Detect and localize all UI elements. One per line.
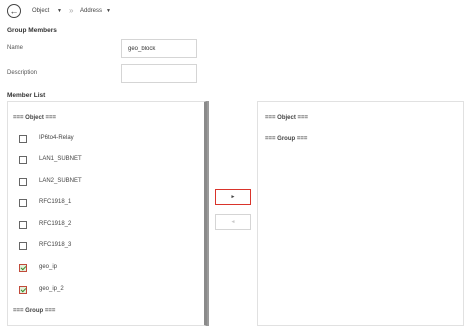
member-label: RFC1918_3 (39, 242, 72, 248)
member-checkbox[interactable] (19, 199, 27, 207)
description-input[interactable] (121, 64, 197, 83)
group-members-heading: Group Members (7, 27, 57, 34)
list-item[interactable]: geo_ip (19, 263, 189, 275)
list-item[interactable]: LAN1_SUBNET (19, 155, 189, 167)
breadcrumb-address[interactable]: Address (80, 8, 102, 14)
back-arrow-icon[interactable]: ← (7, 4, 21, 18)
breadcrumb-object[interactable]: Object (32, 8, 49, 14)
member-checkbox-checked[interactable] (19, 264, 27, 272)
member-label: IP6to4-Relay (39, 135, 74, 141)
selected-group-header: === Group === (265, 136, 308, 142)
member-label: RFC1918_1 (39, 199, 72, 205)
list-item[interactable]: geo_ip_2 (19, 285, 189, 297)
description-label: Description (7, 70, 38, 76)
member-label: geo_ip (39, 264, 58, 270)
member-label: geo_ip_2 (39, 286, 64, 292)
list-item[interactable]: LAN2_SUBNET (19, 177, 189, 189)
name-label: Name (7, 45, 24, 51)
list-item[interactable]: RFC1918_1 (19, 198, 189, 210)
member-checkbox-checked[interactable] (19, 286, 27, 294)
move-right-button[interactable]: ► (215, 189, 251, 205)
member-label: LAN2_SUBNET (39, 178, 82, 184)
member-checkbox[interactable] (19, 178, 27, 186)
selected-members-list[interactable] (257, 101, 464, 326)
member-label: RFC1918_2 (39, 221, 72, 227)
breadcrumb-separator-icon: » (69, 6, 74, 15)
member-checkbox[interactable] (19, 135, 27, 143)
chevron-down-icon[interactable]: ▼ (106, 8, 111, 14)
list-item[interactable]: RFC1918_2 (19, 220, 189, 232)
available-list-scrollbar[interactable] (207, 101, 209, 326)
member-checkbox[interactable] (19, 156, 27, 164)
member-checkbox[interactable] (19, 242, 27, 250)
list-item[interactable]: IP6to4-Relay (19, 134, 189, 146)
name-input[interactable] (121, 39, 197, 58)
member-checkbox[interactable] (19, 221, 27, 229)
chevron-down-icon[interactable]: ▼ (57, 8, 62, 14)
list-item[interactable]: RFC1918_3 (19, 241, 189, 253)
available-group-header: === Group === (13, 308, 56, 314)
member-list-heading: Member List (7, 92, 46, 99)
member-label: LAN1_SUBNET (39, 156, 82, 162)
move-left-button[interactable]: ◄ (215, 214, 251, 230)
breadcrumb-bar: ← Object ▼ » Address ▼ (0, 0, 474, 24)
available-object-header: === Object === (13, 115, 57, 121)
selected-object-header: === Object === (265, 115, 309, 121)
